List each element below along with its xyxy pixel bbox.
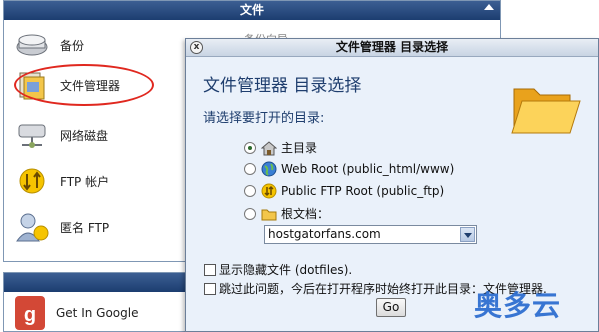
show-hidden-checkbox[interactable] [204,263,216,276]
option-label: Public FTP Root (public_ftp) [281,184,445,198]
option-document-root[interactable]: 根文档： [244,205,329,222]
panel-item-ftp-account[interactable]: FTP 帐户 [14,163,109,199]
go-button[interactable]: Go [376,298,406,317]
panel-item-label: 备份 [60,38,85,53]
anonymous-ftp-icon [14,209,50,245]
option-label: 根文档： [281,207,330,221]
panel-item-backup[interactable]: 备份 [14,27,84,63]
radio-web-root[interactable] [244,163,256,175]
domain-select-value: hostgatorfans.com [268,227,381,241]
option-home-directory[interactable]: 主目录 [244,139,317,156]
radio-public-ftp[interactable] [244,185,256,197]
option-label: Web Root (public_html/www) [281,162,455,176]
chevron-down-icon[interactable] [460,227,475,242]
domain-select[interactable]: hostgatorfans.com [264,225,477,244]
annotation-circle [14,64,154,106]
panel-item-label: 匿名 FTP [60,220,110,235]
files-panel-header[interactable]: 文件 [4,1,500,20]
dialog-title: 文件管理器 目录选择 [335,40,449,54]
collapse-arrow-icon[interactable] [484,4,494,10]
panel-item-label: 网络磁盘 [60,128,109,143]
network-disk-icon [14,117,50,153]
open-folder-icon [508,77,584,139]
show-hidden-files-option[interactable]: 显示隐藏文件 (dotfiles). [204,261,352,278]
radio-home[interactable] [244,141,256,154]
watermark-text: 奥多云 [474,289,562,322]
show-hidden-label: 显示隐藏文件 (dotfiles). [219,263,353,277]
panel-item-anonymous-ftp[interactable]: 匿名 FTP [14,209,109,245]
option-public-ftp-root[interactable]: Public FTP Root (public_ftp) [244,183,444,199]
ftp-account-icon [14,163,50,199]
dialog-heading: 文件管理器 目录选择 [203,76,362,96]
panel-item-label: FTP 帐户 [60,174,110,189]
close-icon[interactable]: x [190,41,203,54]
disk-backup-icon [14,27,50,63]
dialog-prompt: 请选择要打开的目录: [203,111,325,126]
google-icon: g [14,295,46,331]
option-label: 主目录 [281,141,318,155]
files-panel-title: 文件 [239,3,264,17]
home-icon [260,140,278,156]
ftp-icon [261,183,277,199]
panel-item-label: Get In Google [56,306,139,320]
option-web-root[interactable]: Web Root (public_html/www) [244,161,454,177]
panel-item-google[interactable]: g Get In Google [14,295,138,331]
svg-text:g: g [24,304,36,326]
skip-question-checkbox[interactable] [204,282,216,295]
panel-item-network-disk[interactable]: 网络磁盘 [14,117,108,153]
dialog-titlebar[interactable]: x 文件管理器 目录选择 [186,39,598,57]
globe-icon [261,161,277,177]
folder-icon [261,206,277,222]
radio-document-root[interactable] [244,207,256,220]
